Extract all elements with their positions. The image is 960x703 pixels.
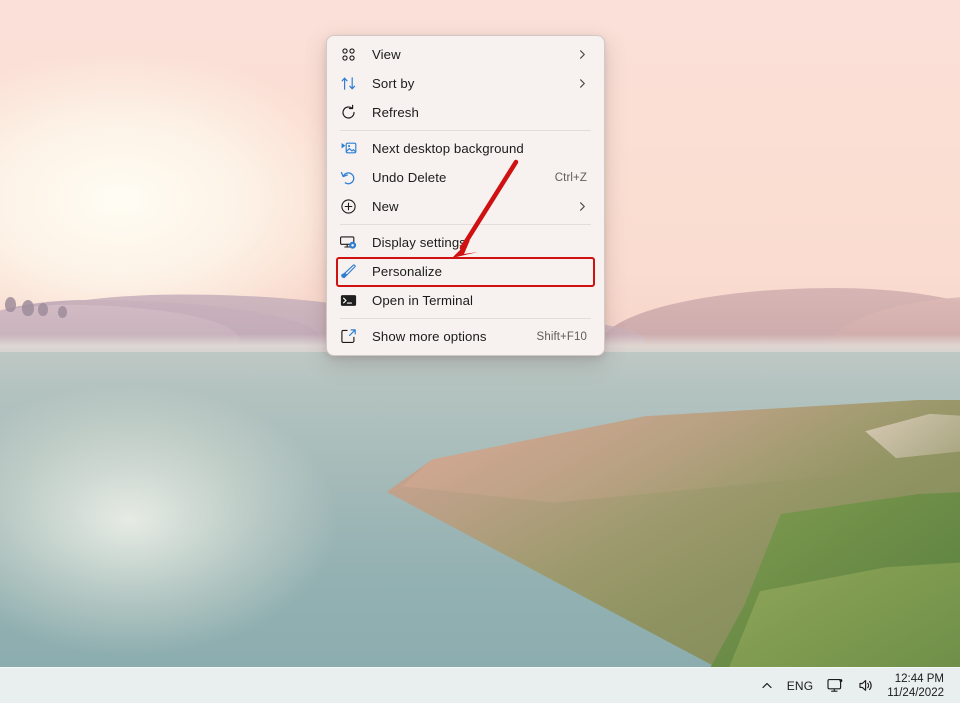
menu-item-label: Undo Delete: [372, 170, 447, 185]
wallpaper-tree: [58, 306, 67, 318]
language-indicator-button[interactable]: ENG: [780, 671, 821, 701]
taskbar[interactable]: ENG 12:44 PM 11/24/2022: [0, 667, 960, 703]
menu-item-sort-by[interactable]: Sort by: [331, 69, 600, 98]
menu-item-label: Show more options: [372, 329, 487, 344]
menu-item-label: Open in Terminal: [372, 293, 474, 308]
menu-item-refresh[interactable]: Refresh: [331, 98, 600, 127]
menu-separator: [340, 130, 591, 131]
show-hidden-icons-button[interactable]: [754, 671, 780, 701]
language-label: ENG: [786, 678, 814, 693]
clock-date: 11/24/2022: [887, 686, 944, 699]
clock-button[interactable]: 12:44 PM 11/24/2022: [881, 670, 954, 702]
menu-item-shortcut: Ctrl+Z: [554, 171, 587, 184]
menu-item-label: Next desktop background: [372, 141, 524, 156]
menu-item-label: New: [372, 199, 399, 214]
menu-item-shortcut: Shift+F10: [536, 330, 587, 343]
menu-separator: [340, 224, 591, 225]
network-display-icon: [827, 679, 843, 692]
grid-view-icon: [340, 46, 357, 63]
menu-item-label: Refresh: [372, 105, 419, 120]
menu-item-personalize[interactable]: Personalize: [331, 256, 600, 287]
next-desktop-background-icon: [340, 140, 357, 157]
chevron-right-icon: [577, 201, 592, 212]
wallpaper-tree: [5, 297, 16, 312]
system-tray: ENG 12:44 PM 11/24/2022: [754, 670, 960, 702]
menu-item-next-desktop-background[interactable]: Next desktop background: [331, 134, 600, 163]
plus-circle-icon: [340, 198, 357, 215]
wallpaper-tree: [22, 300, 34, 316]
network-button[interactable]: [820, 671, 851, 701]
desktop-context-menu[interactable]: View Sort by Refresh Next desktop backgr…: [326, 35, 605, 356]
menu-item-label: View: [372, 47, 401, 62]
menu-separator: [340, 318, 591, 319]
wallpaper-tree: [38, 303, 48, 316]
clock-time: 12:44 PM: [894, 672, 944, 685]
menu-item-new[interactable]: New: [331, 192, 600, 221]
desktop-screen: View Sort by Refresh Next desktop backgr…: [0, 0, 960, 703]
chevron-up-icon: [762, 682, 772, 688]
speaker-icon: [859, 680, 872, 691]
refresh-icon: [340, 104, 357, 121]
chevron-right-icon: [577, 78, 592, 89]
menu-item-label: Personalize: [372, 264, 443, 279]
chevron-right-icon: [577, 49, 592, 60]
show-more-options-icon: [340, 328, 357, 345]
paintbrush-icon: [340, 263, 357, 280]
menu-item-open-in-terminal[interactable]: Open in Terminal: [331, 286, 600, 315]
menu-item-label: Sort by: [372, 76, 415, 91]
volume-button[interactable]: [851, 671, 881, 701]
menu-item-show-more-options[interactable]: Show more options Shift+F10: [331, 322, 600, 351]
menu-item-label: Display settings: [372, 235, 466, 250]
terminal-icon: [340, 292, 357, 309]
sort-arrows-icon: [340, 75, 357, 92]
menu-item-undo-delete[interactable]: Undo Delete Ctrl+Z: [331, 163, 600, 192]
undo-icon: [340, 169, 357, 186]
menu-item-view[interactable]: View: [331, 40, 600, 69]
menu-item-display-settings[interactable]: Display settings: [331, 228, 600, 257]
monitor-settings-icon: [340, 234, 357, 251]
